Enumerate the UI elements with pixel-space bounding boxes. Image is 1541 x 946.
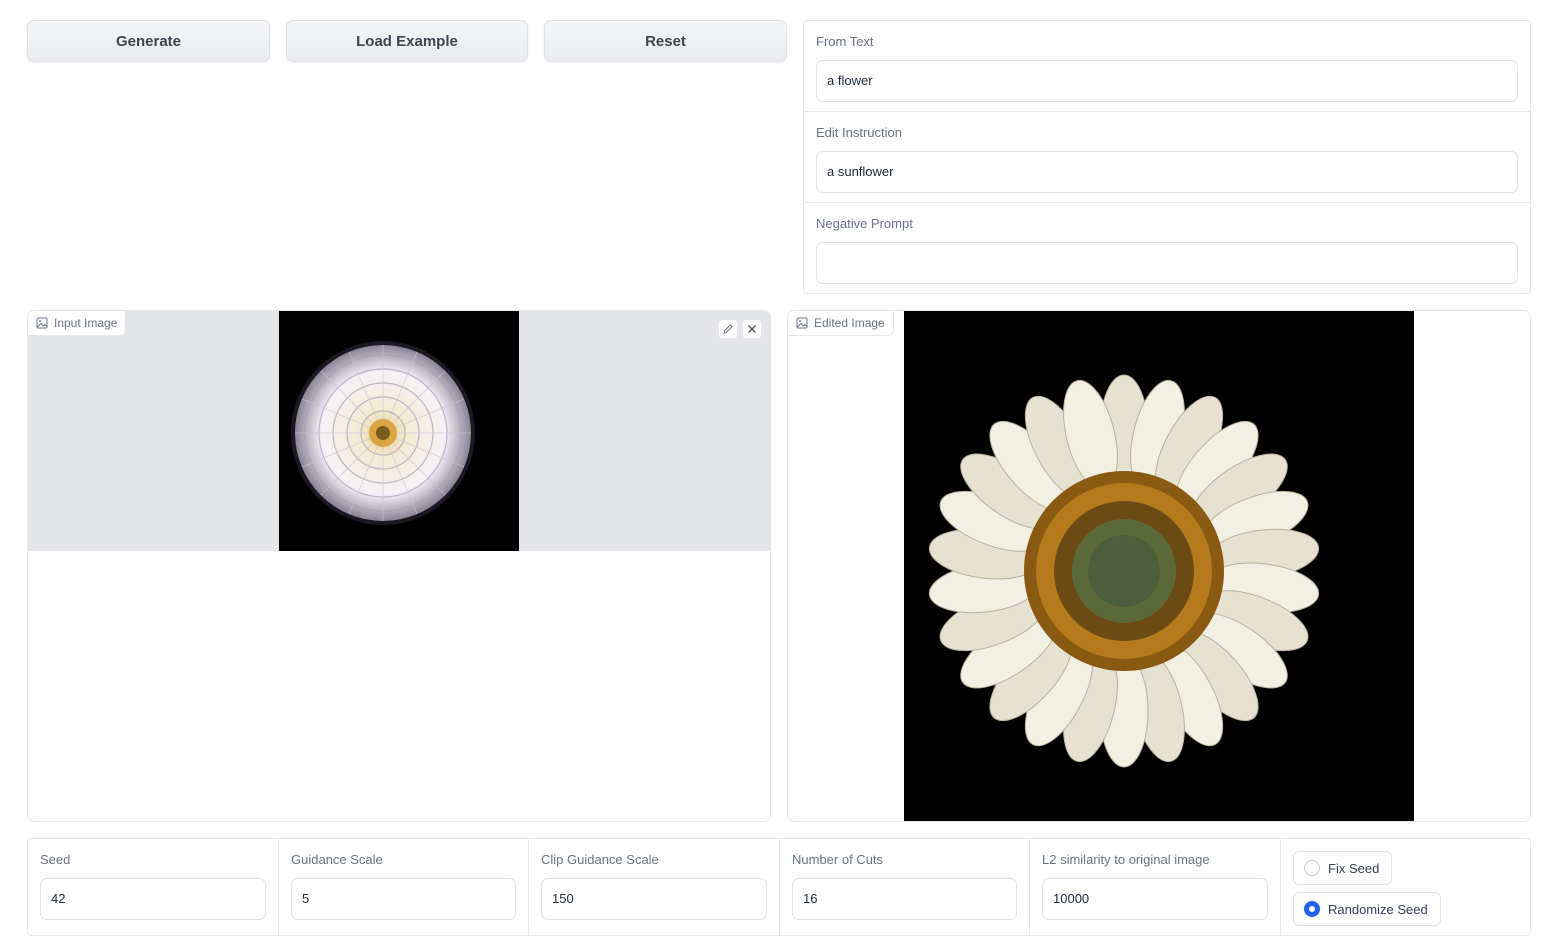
fix-seed-radio-dot[interactable] [1304, 860, 1320, 876]
input-image-label: Input Image [28, 311, 127, 336]
negative-prompt-label: Negative Prompt [816, 216, 913, 231]
input-image-panel[interactable]: Input Image [27, 310, 771, 822]
from-text-block: From Text a flower [804, 21, 1530, 112]
edited-image-panel: Edited Image [787, 310, 1531, 822]
clip-guidance-scale-label: Clip Guidance Scale [541, 852, 659, 867]
guidance-scale-label: Guidance Scale [291, 852, 383, 867]
number-of-cuts-label: Number of Cuts [792, 852, 884, 867]
prompt-panel: From Text a flower Edit Instruction a su… [803, 20, 1531, 294]
seed-block: Seed 42 [28, 839, 279, 935]
randomize-seed-radio-dot[interactable] [1304, 901, 1320, 917]
l2-similarity-label: L2 similarity to original image [1042, 852, 1210, 867]
edit-instruction-label: Edit Instruction [816, 125, 902, 140]
fix-seed-radio[interactable]: Fix Seed [1293, 851, 1393, 885]
clip-guidance-scale-block: Clip Guidance Scale 150 [529, 839, 780, 935]
input-image-label-text: Input Image [54, 316, 118, 330]
edited-image-label: Edited Image [788, 311, 894, 336]
from-text-label: From Text [816, 34, 874, 49]
number-of-cuts-block: Number of Cuts 16 [780, 839, 1030, 935]
seed-label: Seed [40, 852, 71, 867]
guidance-scale-block: Guidance Scale 5 [279, 839, 529, 935]
reset-button[interactable]: Reset [544, 20, 787, 62]
number-of-cuts-input[interactable]: 16 [792, 878, 1017, 920]
edit-icon[interactable] [718, 319, 738, 339]
input-image-dahlia [279, 311, 519, 551]
edit-instruction-block: Edit Instruction a sunflower [804, 112, 1530, 203]
guidance-scale-input[interactable]: 5 [291, 878, 516, 920]
from-text-input[interactable]: a flower [816, 60, 1518, 102]
generate-button[interactable]: Generate [27, 20, 270, 62]
negative-prompt-input[interactable] [816, 242, 1518, 284]
image-icon [36, 317, 48, 329]
close-icon[interactable] [742, 319, 762, 339]
parameters-panel: Seed 42 Guidance Scale 5 Clip Guidance S… [27, 838, 1531, 936]
fix-seed-label: Fix Seed [1328, 860, 1380, 876]
seed-input[interactable]: 42 [40, 878, 266, 920]
randomize-seed-radio[interactable]: Randomize Seed [1293, 892, 1441, 926]
randomize-seed-label: Randomize Seed [1328, 901, 1428, 917]
clip-guidance-scale-input[interactable]: 150 [541, 878, 767, 920]
edited-image-label-text: Edited Image [814, 316, 885, 330]
edit-instruction-input[interactable]: a sunflower [816, 151, 1518, 193]
seed-mode-group: Fix Seed Randomize Seed [1281, 839, 1530, 935]
l2-similarity-block: L2 similarity to original image 10000 [1030, 839, 1281, 935]
l2-similarity-input[interactable]: 10000 [1042, 878, 1268, 920]
image-icon [796, 317, 808, 329]
negative-prompt-block: Negative Prompt [804, 203, 1530, 294]
load-example-button[interactable]: Load Example [286, 20, 528, 62]
edited-image-sunflower [904, 311, 1414, 821]
